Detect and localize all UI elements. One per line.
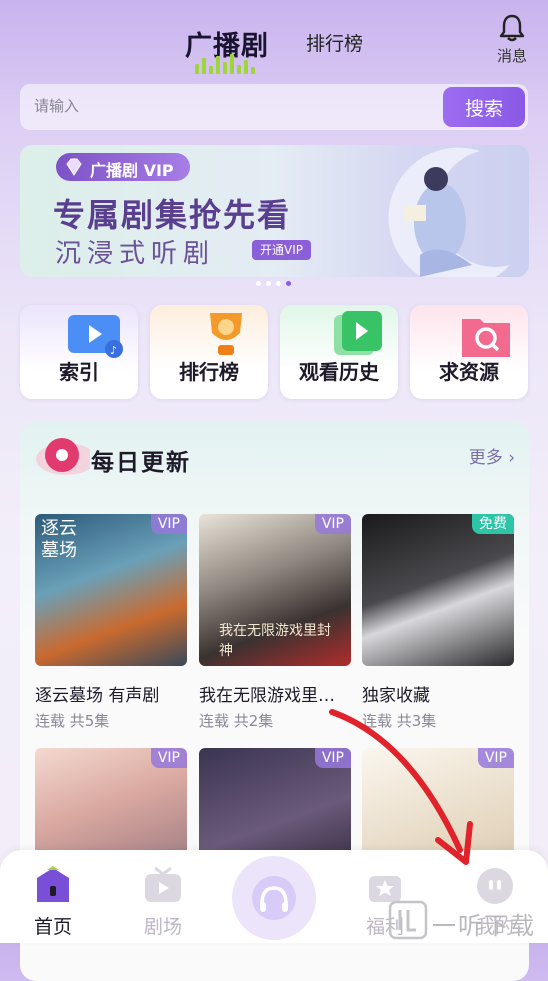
cover-image[interactable]: 免费 <box>362 514 514 666</box>
disc-icon <box>36 438 90 475</box>
search-button[interactable]: 搜索 <box>443 87 525 127</box>
player-button[interactable] <box>232 856 316 940</box>
cover-text: 我在无限游戏里封神 <box>219 623 331 659</box>
vip-badge: VIP <box>314 514 351 534</box>
carousel-dot <box>266 281 271 286</box>
open-vip-button[interactable]: 开通VIP <box>252 240 311 260</box>
header-tab-rank[interactable]: 排行榜 <box>306 29 363 56</box>
carousel-dots <box>256 281 291 286</box>
tile-label: 求资源 <box>439 360 499 384</box>
item-title[interactable]: 逐云墓场 有声剧 <box>35 681 187 706</box>
cover-image[interactable]: 我在无限游戏里封神 VIP <box>199 514 351 666</box>
video-folder-icon: ♪ <box>68 315 123 358</box>
free-badge: 免费 <box>472 514 514 534</box>
tab-label: 剧场 <box>143 916 182 938</box>
more-label: 更多 <box>468 448 503 468</box>
carousel-dot-active <box>286 281 291 286</box>
banner-illustration <box>388 147 510 277</box>
vip-badge-label: 广播剧 VIP <box>90 161 174 180</box>
vip-badge: 广播剧 VIP <box>56 153 190 181</box>
carousel-dot <box>276 281 281 286</box>
vip-badge: VIP <box>150 514 187 534</box>
headphones-icon <box>252 876 296 920</box>
tab-theater[interactable]: 剧场 <box>118 850 208 943</box>
tile-label: 观看历史 <box>299 360 379 384</box>
tile-index[interactable]: ♪ 索引 <box>20 305 138 399</box>
watermark-text: 一听下载 <box>432 912 536 940</box>
tv-icon <box>145 866 181 902</box>
banner-title: 专属剧集抢先看 <box>53 196 292 234</box>
tile-ranking[interactable]: 排行榜 <box>150 305 268 399</box>
watermark-logo-icon <box>388 900 428 940</box>
home-icon <box>37 866 69 902</box>
tile-history[interactable]: 观看历史 <box>280 305 398 399</box>
chevron-right-icon: › <box>508 448 515 468</box>
bell-icon <box>499 14 525 42</box>
item-meta: 连载 共5集 <box>35 712 110 730</box>
tile-label: 索引 <box>59 360 99 384</box>
promo-banner[interactable]: 广播剧 VIP 专属剧集抢先看 沉浸式听剧 开通VIP <box>20 145 529 277</box>
more-link[interactable]: 更多 › <box>469 443 515 468</box>
search-input[interactable] <box>32 96 416 116</box>
carousel-dot <box>256 281 261 286</box>
item-meta: 连载 共2集 <box>199 712 274 730</box>
messages-button[interactable]: 消息 <box>496 12 528 65</box>
search-bar: 搜索 <box>20 84 528 130</box>
sound-wave-icon <box>195 54 255 74</box>
app-logo: 广播剧 <box>185 22 271 74</box>
tab-home[interactable]: 首页 <box>8 850 98 943</box>
daily-title: 每日更新 <box>91 450 191 476</box>
diamond-icon <box>66 158 82 176</box>
tab-label: 首页 <box>33 916 72 938</box>
vip-badge: VIP <box>150 748 187 768</box>
tile-label: 排行榜 <box>179 360 239 384</box>
tile-request[interactable]: 求资源 <box>410 305 528 399</box>
cover-image[interactable]: 逐云墓场 VIP <box>35 514 187 666</box>
bell-label: 消息 <box>496 47 527 65</box>
banner-subtitle: 沉浸式听剧 <box>55 239 216 269</box>
annotation-arrow <box>329 709 473 865</box>
watermark: 一听下载 <box>388 898 548 943</box>
cover-text: 逐云墓场 <box>41 518 77 561</box>
